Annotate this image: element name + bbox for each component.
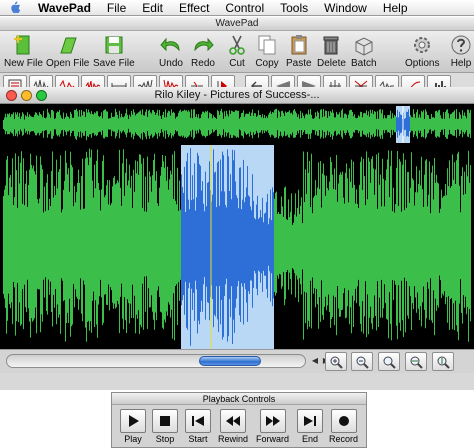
audio-document-window: Rilo Kiley - Pictures of Success-... ◀ ▶ — [0, 87, 474, 373]
menu-edit[interactable]: Edit — [134, 0, 171, 16]
new-file-button[interactable]: New File — [4, 33, 43, 72]
cut-button[interactable]: Cut — [225, 33, 249, 72]
paste-label: Paste — [286, 58, 312, 69]
help-button[interactable]: Help — [449, 33, 473, 72]
end-button[interactable]: End — [297, 409, 323, 445]
save-file-button[interactable]: Save File — [93, 33, 135, 72]
save-file-icon — [105, 36, 123, 54]
options-button[interactable]: Options — [405, 33, 439, 72]
record-button[interactable]: Record — [329, 409, 358, 445]
play-button[interactable]: Play — [120, 409, 146, 445]
scrollbar-thumb[interactable] — [199, 356, 261, 366]
open-file-icon — [59, 37, 77, 54]
batch-button[interactable]: Batch — [351, 33, 377, 72]
copy-icon — [258, 35, 276, 55]
zoom-vertical-icon — [437, 356, 450, 369]
zoom-selection-button[interactable] — [378, 352, 400, 371]
save-file-label: Save File — [93, 58, 135, 69]
undo-button[interactable]: Undo — [159, 33, 183, 72]
menu-window[interactable]: Window — [316, 0, 375, 16]
delete-label: Delete — [317, 58, 346, 69]
options-icon — [414, 37, 431, 53]
batch-label: Batch — [351, 58, 377, 69]
overview-waveform-graphic — [3, 106, 471, 143]
playback-controls-title: Playback Controls — [112, 393, 366, 405]
playback-controls-panel: Playback Controls Play Stop Start Rewind… — [111, 392, 367, 448]
play-label: Play — [124, 434, 142, 444]
zoom-window-button[interactable] — [36, 90, 47, 101]
menu-tools[interactable]: Tools — [272, 0, 316, 16]
forward-button[interactable]: Forward — [256, 409, 289, 445]
menu-effect[interactable]: Effect — [171, 0, 217, 16]
close-window-button[interactable] — [6, 90, 17, 101]
rewind-label: Rewind — [218, 434, 249, 444]
menu-bar: WavePad File Edit Effect Control Tools W… — [0, 0, 474, 16]
zoom-in-icon — [330, 356, 343, 369]
help-icon — [451, 35, 471, 55]
redo-button[interactable]: Redo — [191, 33, 215, 72]
record-icon — [338, 416, 349, 426]
options-label: Options — [405, 58, 440, 69]
forward-label: Forward — [256, 434, 290, 444]
cut-label: Cut — [229, 58, 245, 69]
undo-label: Undo — [159, 58, 183, 69]
open-file-button[interactable]: Open File — [46, 33, 89, 72]
rewind-button[interactable]: Rewind — [218, 409, 248, 445]
zoom-in-button[interactable] — [325, 352, 347, 371]
skip-end-icon — [304, 416, 316, 426]
end-label: End — [301, 434, 318, 444]
rewind-icon — [226, 416, 240, 426]
delete-button[interactable]: Delete — [317, 33, 346, 72]
stop-icon — [160, 416, 170, 426]
waveform-overview[interactable] — [3, 106, 471, 143]
zoom-vertical-button[interactable] — [432, 352, 454, 371]
document-title-bar: Rilo Kiley - Pictures of Success-... — [0, 87, 474, 104]
waveform-scroll-bar: ◀ ▶ — [0, 349, 474, 373]
help-label: Help — [450, 58, 472, 69]
skip-start-icon — [192, 416, 204, 426]
paste-icon — [291, 35, 307, 55]
zoom-selection-icon — [383, 356, 396, 369]
minimize-window-button[interactable] — [21, 90, 32, 101]
menu-control[interactable]: Control — [217, 0, 272, 16]
menu-app-name[interactable]: WavePad — [30, 0, 99, 16]
new-file-icon — [14, 35, 30, 55]
zoom-full-button[interactable] — [405, 352, 427, 371]
zoom-out-button[interactable] — [351, 352, 373, 371]
start-button[interactable]: Start — [185, 409, 211, 445]
copy-label: Copy — [255, 58, 279, 69]
start-label: Start — [188, 434, 208, 444]
redo-label: Redo — [191, 58, 215, 69]
delete-icon — [323, 36, 339, 55]
copy-button[interactable]: Copy — [255, 33, 279, 72]
window-title: WavePad — [0, 17, 474, 31]
paste-button[interactable]: Paste — [286, 33, 312, 72]
toolbar: New File Open File Save File Undo Redo C… — [0, 31, 474, 73]
cut-icon — [229, 35, 245, 55]
menu-help[interactable]: Help — [375, 0, 416, 16]
undo-icon — [160, 37, 180, 52]
stop-label: Stop — [155, 434, 175, 444]
batch-icon — [355, 37, 373, 56]
redo-icon — [194, 37, 214, 52]
play-icon — [129, 415, 139, 427]
stop-button[interactable]: Stop — [152, 409, 178, 445]
new-file-label: New File — [4, 58, 43, 69]
record-label: Record — [329, 434, 359, 444]
zoom-full-icon — [410, 356, 423, 369]
fast-forward-icon — [265, 416, 280, 426]
horizontal-scrollbar[interactable] — [6, 354, 306, 368]
menu-file[interactable]: File — [99, 0, 134, 16]
waveform-editor[interactable] — [3, 145, 471, 349]
open-file-label: Open File — [46, 58, 90, 69]
zoom-out-icon — [356, 356, 369, 369]
main-waveform-graphic — [3, 145, 471, 349]
document-title: Rilo Kiley - Pictures of Success-... — [154, 89, 320, 101]
apple-menu-icon[interactable] — [0, 0, 30, 16]
